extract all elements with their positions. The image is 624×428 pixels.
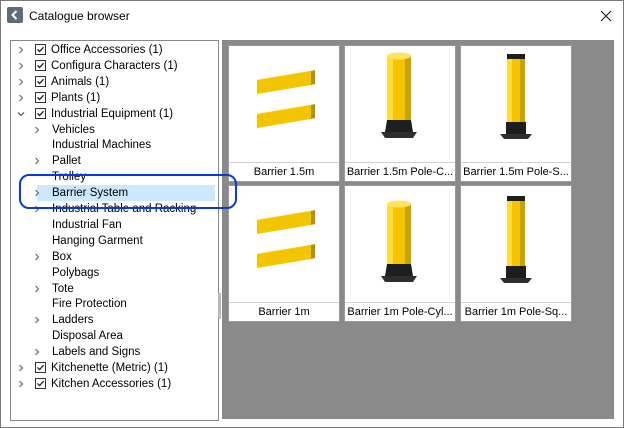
chevron-right-icon[interactable] xyxy=(33,285,41,293)
category-checkbox[interactable] xyxy=(35,44,46,55)
tree-item[interactable]: Ladders xyxy=(11,312,216,328)
tree-item[interactable]: Plants (1) xyxy=(11,90,216,106)
tree-item-label: Fire Protection xyxy=(52,298,127,311)
checkmark-icon xyxy=(37,94,45,101)
tree-item[interactable]: Disposal Area xyxy=(11,328,216,344)
tree-item[interactable]: Industrial Equipment (1) xyxy=(11,106,216,122)
tile-caption: Barrier 1m xyxy=(229,302,339,322)
catalogue-item-tile[interactable]: Barrier 1.5m xyxy=(228,45,340,182)
chevron-right-icon[interactable] xyxy=(33,126,41,134)
tree-item[interactable]: Box xyxy=(11,249,216,265)
tree-item-label: Pallet xyxy=(52,155,81,168)
tree-item-label: Office Accessories (1) xyxy=(51,44,163,56)
tree-item-label: Industrial Equipment (1) xyxy=(51,107,174,120)
tree-item-label: Industrial Fan xyxy=(52,218,122,231)
tree-item[interactable]: Tote xyxy=(11,281,216,297)
tree-item[interactable]: Kitchen Accessories (1) xyxy=(11,376,216,392)
annotation-highlight xyxy=(19,174,237,209)
chevron-right-icon[interactable] xyxy=(33,316,41,324)
pole-square-thumbnail xyxy=(461,186,571,302)
tree-item-label: Polybags xyxy=(52,266,100,279)
tree-item[interactable]: Polybags xyxy=(11,265,216,281)
close-icon xyxy=(600,10,612,22)
catalogue-item-tile[interactable]: Barrier 1m Pole-Cyl... xyxy=(344,185,456,322)
category-checkbox[interactable] xyxy=(35,107,46,119)
tree-item-label: Animals (1) xyxy=(51,75,110,88)
pole-square-thumbnail xyxy=(461,46,571,162)
pole-cylinder-thumbnail xyxy=(345,46,455,162)
tree-item-label: Configura Characters (1) xyxy=(51,59,178,72)
chevron-right-icon[interactable] xyxy=(33,348,41,356)
tree-item-label: Ladders xyxy=(52,314,94,327)
tree-item-label: Labels and Signs xyxy=(52,346,141,359)
window-title: Catalogue browser xyxy=(29,9,130,23)
tile-caption: Barrier 1.5m Pole-S... xyxy=(461,162,571,182)
tree-item[interactable]: Fire Protection xyxy=(11,296,216,312)
tree-item-label: Kitchenette (Metric) (1) xyxy=(51,362,168,374)
pole-cylinder-thumbnail xyxy=(345,186,455,302)
checkmark-icon xyxy=(37,62,45,69)
checkmark-icon xyxy=(37,380,45,387)
catalogue-item-tile[interactable]: Barrier 1m xyxy=(228,185,340,322)
tree-item[interactable]: Office Accessories (1) xyxy=(11,42,216,58)
tree-item-label: Hanging Garment xyxy=(52,234,143,247)
tree-item[interactable]: Industrial Machines xyxy=(11,137,216,153)
chevron-right-icon[interactable] xyxy=(17,46,25,54)
tree-item-label: Vehicles xyxy=(52,123,95,136)
catalogue-item-tile[interactable]: Barrier 1.5m Pole-C... xyxy=(344,45,456,182)
chevron-right-icon[interactable] xyxy=(17,380,25,388)
checkmark-icon xyxy=(37,110,45,117)
chevron-right-icon[interactable] xyxy=(17,94,25,102)
chevron-right-icon[interactable] xyxy=(17,62,25,70)
catalogue-browser-window: Catalogue browser Office Accessories (1)… xyxy=(0,0,624,428)
tree-item[interactable]: Animals (1) xyxy=(11,74,216,90)
tile-caption: Barrier 1.5m xyxy=(229,162,339,182)
catalogue-item-tile[interactable]: Barrier 1m Pole-Sq... xyxy=(460,185,572,322)
barrier-rails-thumbnail xyxy=(229,46,339,162)
tile-caption: Barrier 1.5m Pole-C... xyxy=(345,162,455,182)
tree-item-label: Box xyxy=(52,250,72,263)
tree-item[interactable]: Kitchenette (Metric) (1) xyxy=(11,360,216,376)
title-bar[interactable]: Catalogue browser xyxy=(1,1,623,31)
category-checkbox[interactable] xyxy=(35,362,46,373)
tree-item[interactable]: Configura Characters (1) xyxy=(11,58,216,74)
chevron-right-icon[interactable] xyxy=(17,364,25,372)
chevron-down-icon[interactable] xyxy=(17,110,25,118)
tree-item-label: Tote xyxy=(52,282,74,295)
tree-item-label: Plants (1) xyxy=(51,91,101,104)
tree-item[interactable]: Industrial Fan xyxy=(11,217,216,233)
tile-caption: Barrier 1m Pole-Sq... xyxy=(461,302,571,322)
checkmark-icon xyxy=(37,46,45,53)
tree-item[interactable]: Labels and Signs xyxy=(11,344,216,360)
tree-item[interactable]: Hanging Garment xyxy=(11,233,216,249)
tile-caption: Barrier 1m Pole-Cyl... xyxy=(345,302,455,322)
tree-item-label: Kitchen Accessories (1) xyxy=(51,377,172,390)
catalogue-item-tile[interactable]: Barrier 1.5m Pole-S... xyxy=(460,45,572,182)
chevron-right-icon[interactable] xyxy=(33,157,41,165)
category-checkbox[interactable] xyxy=(35,91,46,103)
tree-item-label: Industrial Machines xyxy=(52,139,152,152)
tree-item[interactable]: Pallet xyxy=(11,153,216,169)
tree-item-label: Disposal Area xyxy=(52,330,123,343)
category-tree[interactable]: Office Accessories (1) Configura Characte… xyxy=(10,40,219,421)
app-icon xyxy=(7,7,23,23)
checkmark-icon xyxy=(37,364,45,371)
chevron-right-icon[interactable] xyxy=(17,78,25,86)
chevron-right-icon[interactable] xyxy=(33,253,41,261)
tree-item[interactable]: Vehicles xyxy=(11,122,216,138)
category-checkbox[interactable] xyxy=(35,75,46,87)
category-checkbox[interactable] xyxy=(35,377,46,389)
checkmark-icon xyxy=(37,78,45,85)
catalogue-gallery: Barrier 1.5m Barrier 1.5m Pole-C... Barr… xyxy=(222,40,614,419)
category-checkbox[interactable] xyxy=(35,59,46,71)
splitter-grip[interactable] xyxy=(218,293,221,319)
barrier-rails-thumbnail xyxy=(229,186,339,302)
close-button[interactable] xyxy=(595,5,617,27)
